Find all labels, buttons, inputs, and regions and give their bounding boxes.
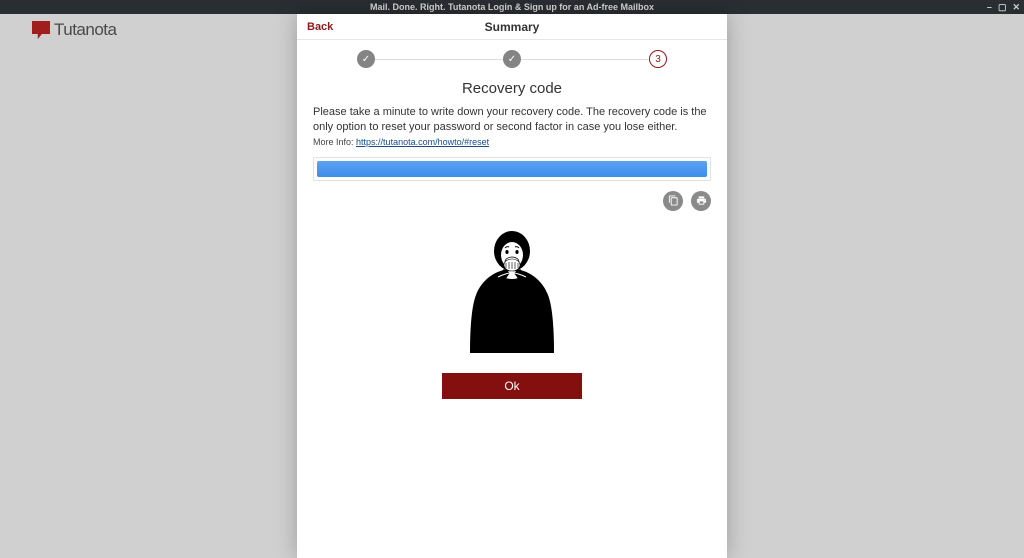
brand-logo[interactable]: Tutanota bbox=[32, 20, 116, 40]
copy-button[interactable] bbox=[663, 191, 683, 211]
brand-logo-icon bbox=[32, 21, 50, 39]
person-shush-icon bbox=[452, 225, 572, 355]
secret-illustration bbox=[313, 225, 711, 355]
more-info-link[interactable]: https://tutanota.com/howto/#reset bbox=[356, 137, 489, 147]
step-2-done: ✓ bbox=[503, 50, 521, 68]
step-3-current: 3 bbox=[649, 50, 667, 68]
ok-button[interactable]: Ok bbox=[442, 373, 582, 399]
section-title: Recovery code bbox=[297, 80, 727, 97]
window-title: Mail. Done. Right. Tutanota Login & Sign… bbox=[370, 2, 654, 12]
copy-icon bbox=[668, 195, 679, 206]
window-controls: – ▢ ✕ bbox=[987, 0, 1020, 14]
modal-header: Back Summary bbox=[297, 14, 727, 40]
close-button[interactable]: ✕ bbox=[1012, 0, 1020, 14]
more-info-label: More Info: bbox=[313, 137, 354, 147]
recovery-description: Please take a minute to write down your … bbox=[313, 105, 711, 135]
window-titlebar: Mail. Done. Right. Tutanota Login & Sign… bbox=[0, 0, 1024, 14]
code-actions bbox=[313, 191, 711, 211]
brand-logo-text: Tutanota bbox=[54, 20, 116, 40]
more-info: More Info: https://tutanota.com/howto/#r… bbox=[313, 137, 711, 147]
step-1-done: ✓ bbox=[357, 50, 375, 68]
modal-body: Please take a minute to write down your … bbox=[297, 105, 727, 399]
recovery-code-selection bbox=[317, 161, 707, 177]
maximize-button[interactable]: ▢ bbox=[998, 0, 1007, 14]
progress-stepper: ✓ ✓ 3 bbox=[297, 40, 727, 76]
modal-title: Summary bbox=[485, 20, 540, 34]
signup-modal: Back Summary ✓ ✓ 3 Recovery code Please … bbox=[297, 14, 727, 558]
recovery-code-field[interactable] bbox=[313, 157, 711, 181]
stepper-line bbox=[521, 59, 649, 60]
print-button[interactable] bbox=[691, 191, 711, 211]
back-button[interactable]: Back bbox=[307, 14, 333, 40]
print-icon bbox=[696, 195, 707, 206]
stepper-line bbox=[375, 59, 503, 60]
minimize-button[interactable]: – bbox=[987, 0, 992, 14]
